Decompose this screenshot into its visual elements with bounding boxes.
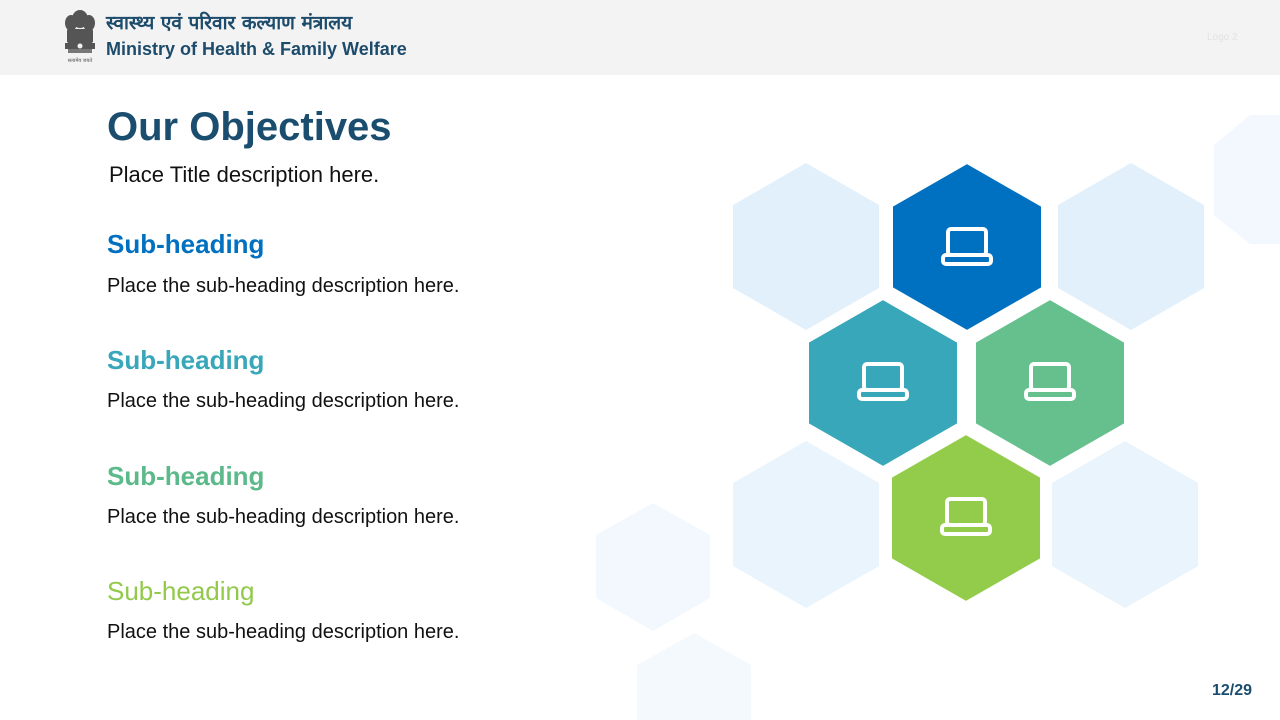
light-hexagon <box>1058 163 1204 330</box>
sub-heading-description-2: Place the sub-heading description here. <box>107 390 460 412</box>
sub-heading-3: Sub-heading <box>107 461 265 491</box>
light-hexagon <box>733 163 879 330</box>
objective-hexagon-3 <box>974 298 1126 468</box>
sub-heading-4: Sub-heading <box>107 576 255 606</box>
decor-hexagon <box>1214 115 1280 244</box>
sub-heading-description-4: Place the sub-heading description here. <box>107 621 460 643</box>
page-title: Our Objectives <box>107 105 392 149</box>
sub-heading-2: Sub-heading <box>107 345 265 375</box>
sub-heading-description-1: Place the sub-heading description here. <box>107 275 460 297</box>
objective-hexagon-1 <box>891 162 1043 332</box>
light-hexagon <box>1052 441 1198 608</box>
objective-hexagon-2 <box>807 298 959 468</box>
decor-hexagon <box>596 503 710 631</box>
sub-heading-description-3: Place the sub-heading description here. <box>107 506 460 528</box>
page-number: 12/29 <box>1212 682 1253 699</box>
title-description: Place Title description here. <box>109 162 380 187</box>
objective-hexagon-4 <box>890 433 1042 603</box>
sub-heading-1: Sub-heading <box>107 229 265 259</box>
light-hexagon <box>733 441 879 608</box>
decor-hexagon <box>637 633 751 720</box>
